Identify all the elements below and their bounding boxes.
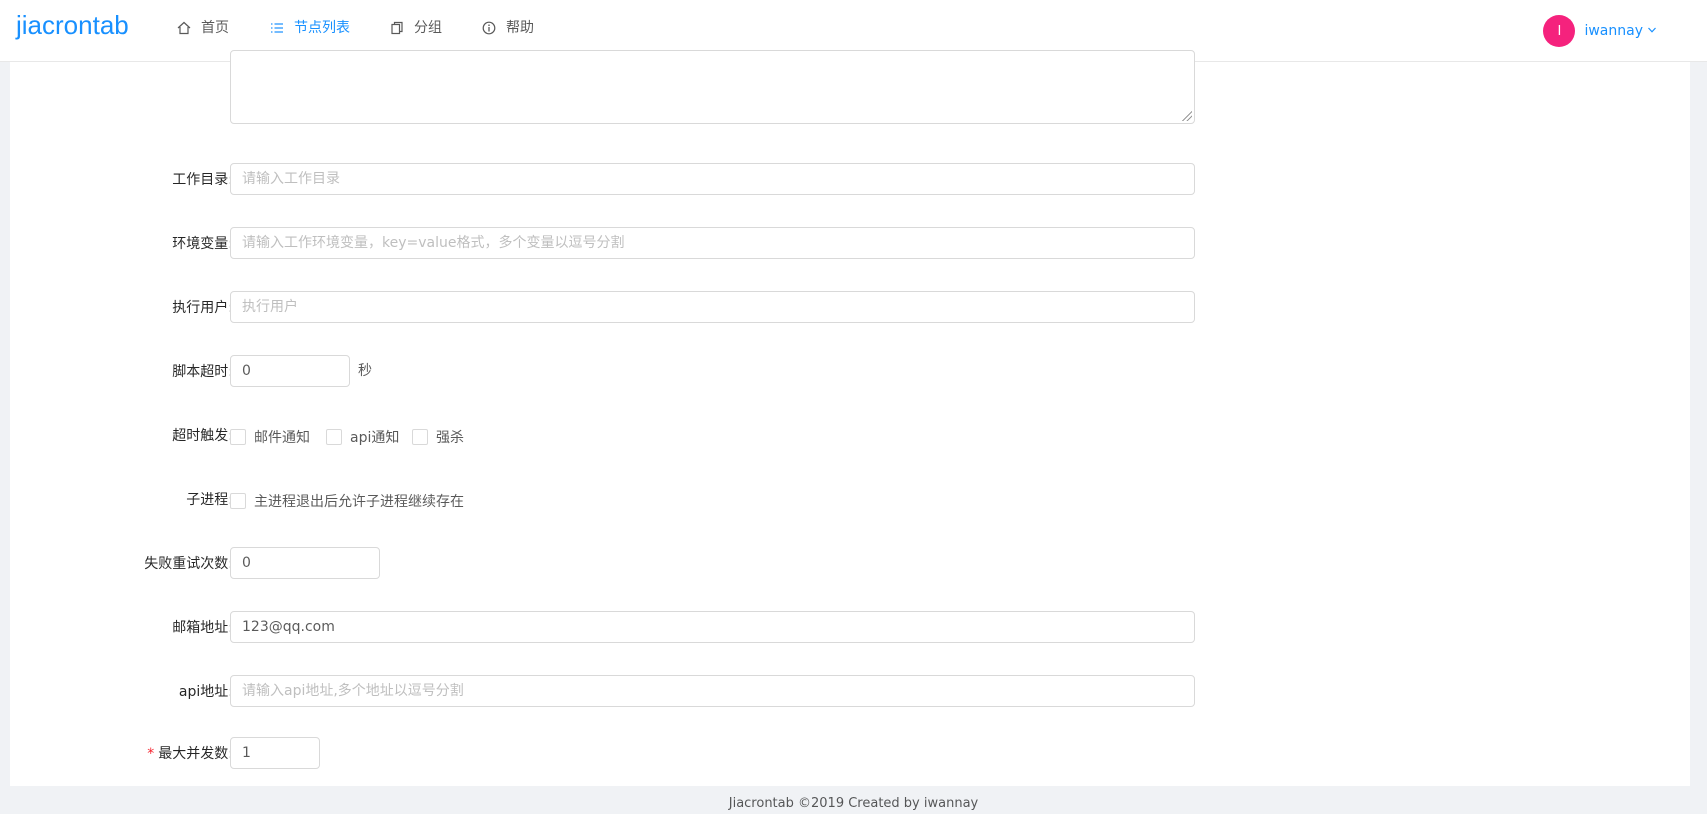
timeout-input[interactable] <box>230 355 350 387</box>
work-dir-input[interactable] <box>230 163 1195 195</box>
api-row: api地址: <box>10 675 1690 709</box>
work-dir-row: 工作目录: <box>10 163 1690 197</box>
force-kill-label: 强杀 <box>436 430 464 446</box>
api-input[interactable] <box>230 675 1195 707</box>
checkbox-box[interactable] <box>412 429 428 445</box>
env-row: 环境变量: <box>10 227 1690 261</box>
force-kill-checkbox[interactable]: 强杀 <box>412 427 464 447</box>
scrollbar[interactable] <box>1691 62 1707 814</box>
retry-input[interactable] <box>230 547 380 579</box>
timeout-trigger-label: 超时触发: <box>172 428 233 444</box>
email-row: 邮箱地址: <box>10 611 1690 645</box>
exec-user-input[interactable] <box>230 291 1195 323</box>
avatar[interactable]: I <box>1543 15 1576 47</box>
email-input[interactable] <box>230 611 1195 643</box>
user-menu[interactable]: I iwannay <box>1543 14 1657 48</box>
email-notify-label: 邮件通知 <box>254 430 310 446</box>
timeout-row: 脚本超时: 秒 <box>10 355 1690 389</box>
child-process-row: 子进程: 主进程退出后允许子进程继续存在 <box>10 483 1690 517</box>
child-process-label: 子进程: <box>186 492 233 508</box>
env-input[interactable] <box>230 227 1195 259</box>
required-mark: * <box>147 746 155 762</box>
form-content: 工作目录: 环境变量: 执行用户: 脚本超时: 秒 超时触发: 邮件通知 api… <box>10 50 1690 786</box>
max-concurrent-row: * 最大并发数: <box>10 737 1690 771</box>
checkbox-box[interactable] <box>326 429 342 445</box>
script-row <box>10 50 1690 124</box>
timeout-trigger-row: 超时触发: 邮件通知 api通知 强杀 <box>10 419 1690 453</box>
resize-handle[interactable] <box>1182 111 1192 121</box>
checkbox-box[interactable] <box>230 493 246 509</box>
email-notify-checkbox[interactable]: 邮件通知 <box>230 427 310 447</box>
nav-group-label: 分组 <box>414 20 442 36</box>
api-notify-checkbox[interactable]: api通知 <box>326 427 399 447</box>
app-logo[interactable]: jiacrontab <box>16 10 129 41</box>
list-icon <box>268 0 286 56</box>
nav-node-list-label: 节点列表 <box>294 20 350 36</box>
api-label: api地址: <box>178 684 233 700</box>
work-dir-label: 工作目录: <box>172 172 233 188</box>
env-label: 环境变量: <box>172 236 233 252</box>
timeout-unit: 秒 <box>358 363 372 379</box>
retry-label: 失败重试次数: <box>144 556 233 572</box>
email-label: 邮箱地址: <box>172 620 233 636</box>
exec-user-label: 执行用户: <box>172 300 233 316</box>
info-circle-icon <box>480 0 498 56</box>
home-icon <box>175 0 193 56</box>
retry-row: 失败重试次数: <box>10 547 1690 581</box>
child-process-option-label: 主进程退出后允许子进程继续存在 <box>254 494 464 510</box>
username[interactable]: iwannay <box>1584 23 1643 39</box>
max-concurrent-label-wrap: * 最大并发数: <box>147 737 233 771</box>
max-concurrent-input[interactable] <box>230 737 320 769</box>
script-textarea[interactable] <box>230 50 1195 124</box>
exec-user-row: 执行用户: <box>10 291 1690 325</box>
nav-home[interactable]: 首页 <box>175 0 229 62</box>
child-process-checkbox[interactable]: 主进程退出后允许子进程继续存在 <box>230 491 464 511</box>
timeout-label: 脚本超时: <box>172 364 233 380</box>
nav-home-label: 首页 <box>201 20 229 36</box>
checkbox-box[interactable] <box>230 429 246 445</box>
chevron-down-icon <box>1647 23 1657 39</box>
api-notify-label: api通知 <box>350 430 400 446</box>
nav-help-label: 帮助 <box>506 20 534 36</box>
max-concurrent-label: 最大并发数: <box>158 746 233 762</box>
copy-icon <box>388 0 406 56</box>
footer: Jiacrontab ©2019 Created by iwannay <box>728 796 979 811</box>
